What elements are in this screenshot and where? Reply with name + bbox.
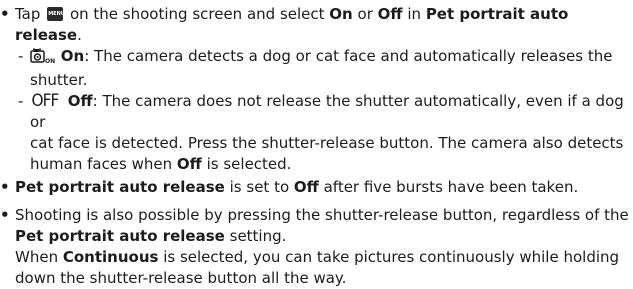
list-item-shutter: • Shooting is also possible by pressing … bbox=[0, 205, 633, 289]
text: on the shooting screen and select bbox=[69, 5, 325, 23]
off-icon: OFF bbox=[31, 91, 59, 111]
dash: - bbox=[18, 47, 24, 65]
text: down the shutter-release button all the … bbox=[15, 269, 347, 287]
text: Tap bbox=[15, 5, 41, 23]
text: or bbox=[357, 5, 373, 23]
list-item-tap-menu: • Tap MENU on the shooting screen and se… bbox=[0, 4, 633, 46]
bullet: • bbox=[0, 206, 10, 224]
instruction-list: • Tap MENU on the shooting screen and se… bbox=[0, 0, 633, 289]
text: setting. bbox=[229, 227, 287, 245]
pet-portrait-on-icon-svg: ON bbox=[30, 48, 55, 65]
bullet: • bbox=[0, 5, 10, 23]
text: shutter. bbox=[30, 71, 88, 89]
sub-label-off: Off bbox=[67, 92, 93, 110]
svg-text:ON: ON bbox=[45, 58, 55, 64]
pet-portrait-on-icon: ON bbox=[30, 48, 56, 70]
option-off: Off bbox=[377, 5, 403, 23]
bold-off: Off bbox=[176, 155, 202, 173]
text: in bbox=[407, 5, 422, 23]
menu-icon: MENU bbox=[47, 7, 65, 21]
bold-off: Off bbox=[293, 178, 319, 196]
text: . bbox=[77, 26, 82, 44]
sub-label-on: On bbox=[60, 47, 85, 65]
bullet: • bbox=[0, 178, 10, 196]
dash: - bbox=[18, 92, 24, 110]
setting-name: Pet portrait auto release bbox=[15, 227, 225, 245]
text: : The camera does not release the shutte… bbox=[30, 92, 624, 131]
setting-name: Pet portrait auto release bbox=[15, 178, 225, 196]
menu-icon-label: MENU bbox=[48, 11, 65, 17]
text: is selected. bbox=[206, 155, 292, 173]
text: When bbox=[15, 248, 59, 266]
text: : The camera detects a dog or cat face a… bbox=[84, 47, 613, 65]
bold-continuous: Continuous bbox=[62, 248, 159, 266]
text: cat face is detected. Press the shutter-… bbox=[30, 134, 624, 152]
text: is selected, you can take pictures conti… bbox=[163, 248, 620, 266]
text: Shooting is also possible by pressing th… bbox=[15, 206, 629, 224]
list-item-reset: • Pet portrait auto release is set to Of… bbox=[0, 177, 633, 198]
sub-item-off: - OFF Off: The camera does not release t… bbox=[0, 91, 633, 175]
text: after five bursts have been taken. bbox=[323, 178, 579, 196]
option-on: On bbox=[329, 5, 353, 23]
sub-item-on: - ON On: The camera detects a dog or cat… bbox=[0, 46, 633, 91]
text: is set to bbox=[229, 178, 290, 196]
text: human faces when bbox=[30, 155, 173, 173]
